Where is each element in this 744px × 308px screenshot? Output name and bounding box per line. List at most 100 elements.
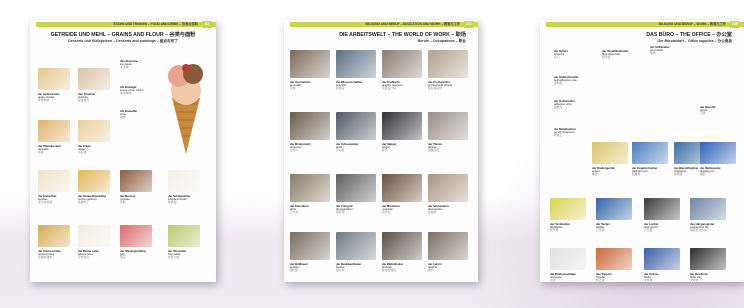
page-number: 83 [202,21,212,28]
entry-image [168,225,200,247]
entry-image [550,198,586,220]
entry-label: der Tänzer dancer 舞蹈演员 [428,142,442,153]
page-header: BILDUNG UND BERUF – WORK – 教育与工作 [658,22,726,26]
entry-label: der Fotograf photographer 摄影师 [336,204,353,215]
entry-image [38,68,70,90]
entry-label: die Künstlerin artist 艺术家 [290,204,309,215]
entry-zh: 胶带座 [602,55,611,60]
entry-zh: 记者 [290,86,296,91]
entry-label: die Schlagsahne whipped cream 掼奶油 [168,194,190,205]
entry-zh: 音乐家 [382,210,391,215]
entry-image [120,170,152,192]
entry-image [78,225,110,247]
entry-image [38,225,70,247]
entry-label: die Musikerin musician 音乐家 [382,204,400,215]
entry-zh: 女裁缝 [428,210,437,215]
entry-label: der Bleistift pencil 铅笔 [700,105,715,116]
entry-label: der Stiftehalter pen holder 笔筒 [650,45,670,56]
entry-label: das Tipp-Ex Tipp-Ex 修正液 [596,272,612,282]
entry-label: der Sänger singer 歌手 [382,142,397,153]
entry-image [382,174,422,202]
entry-label: der Pfannkuchen pancake 煎饼 [38,144,61,155]
entry-zh: 订书机 [596,228,605,233]
entry-zh: 意式奶冻 [78,255,90,260]
entry-zh: 橡皮 [592,172,598,177]
entry-image [290,50,330,78]
entry-zh: 剪刀 [554,55,560,60]
entry-zh: 粘胶条 [554,105,563,110]
entry-label: die Grafikerin graphic designer 平面设计师 [382,80,403,91]
page-number: 231 [464,21,474,28]
entry-label: die Wissenschaftler scientist 科学家 [336,80,362,91]
page-title: DAS BÜRO – THE OFFICE – 办公室 [646,32,732,38]
page-title: DIE ARBEITSWELT – THE WORLD OF WORK – 职场 [339,32,466,38]
entry-label: der Eisbecher sundae 圣代冰淇淋 [38,194,57,205]
entry-zh: 图钉 [700,172,706,177]
entry-zh: 歌手 [382,148,388,153]
entry-label: der Briefkorb letter tray 文件盘 [690,272,708,282]
entry-label: der Locher hole punch 打孔器 [644,222,658,233]
entry-label: der Bankkaufmann banker 银行家 [336,262,361,273]
entry-image [336,174,376,202]
entry-zh: 可丽饼 [78,150,87,155]
entry-zh: 职业运动员 [428,86,442,91]
entry-zh: 荧光笔 [550,228,559,233]
entry-label: der Metallspitzer pencil sharpener 卷笔刀 [554,127,576,138]
entry-zh: 打孔器 [644,228,653,233]
entry-label: das Hängeregister suspension file 悬挂式文件夹 [690,222,714,233]
entry-label: die Eiswaffel cone 蛋卷 [120,109,137,120]
entry-image [644,198,680,220]
entry-label: die Panna cotta panna cotta 意式奶冻 [78,249,99,260]
entry-image [78,120,110,142]
ice-cream-cone-image [168,64,203,154]
entry-image [38,170,70,192]
page-header: ESSEN UND TRINKEN – FOOD AND DRINK – 饮食与… [113,22,198,26]
entry-zh: 文件盘 [690,278,699,282]
entry-zh: 掼奶油 [168,200,177,205]
dictionary-page-occupations: BILDUNG UND BERUF – EDUCATION AND WORK –… [284,20,478,282]
entry-zh: 圆珠笔 [632,172,641,177]
entry-zh: 主持人 [290,148,299,153]
entry-image [690,248,726,270]
page-subtitle: Der Bürobedarf – Office supplies – 办公用品 [657,39,733,43]
entry-zh: 男演员 [336,148,345,153]
entry-image [382,232,422,260]
entry-zh: 蛋卷 [120,115,126,120]
entry-image [290,232,330,260]
entry-zh: 科学家 [336,86,345,91]
entry-label: der Ordner folder 文件夹 [644,272,658,282]
entry-label: die Reißzwecke drawing pin 图钉 [700,166,721,177]
entry-label: der Wackelpudding jelly 果冻 [120,249,146,260]
entry-image [78,170,110,192]
entry-label: der Lehrer teacher 教师 [428,262,442,273]
entry-image [632,142,668,164]
entry-zh: 焦糖奶油布丁 [38,255,55,260]
entry-zh: 提拉米苏 [78,98,90,103]
entry-label: die Bibliothekar librarian 图书管理员 [382,262,403,273]
entry-label: der Karamellpudding crème caramel 焦糖布丁 [78,194,106,205]
page-subtitle: Berufe – Occupations – 职业 [417,39,466,43]
entry-image [382,50,422,78]
entry-label: der Schauspieler actor 男演员 [336,142,359,153]
entry-image [290,174,330,202]
entry-zh: 苹果卷饼 [38,98,50,103]
entry-label: der Apfelstrudel apple strudel 苹果卷饼 [38,92,59,103]
entry-zh: 图书管理员 [382,268,396,273]
entry-zh: 冰淇淋球 [120,91,132,96]
entry-label: die Journalistin journalist 记者 [290,80,311,91]
entry-label: die Moderatorin presenter 主持人 [290,142,311,153]
entry-zh: 慕斯 [120,200,126,205]
entry-label: die Crème brûlée crème brûlée 焦糖奶油布丁 [38,249,61,260]
entry-zh: 雕刻家 [290,268,299,273]
entry-label: der Haftnotizzettel self-adhesive note 便利贴 [554,75,578,86]
entry-zh: 摄影师 [336,210,345,215]
page-header: BILDUNG UND BERUF – EDUCATION AND WORK –… [365,22,460,26]
entry-zh: 煎饼 [38,150,44,155]
entry-image [168,170,200,192]
entry-label: der Obstsalat fruit salad 水果沙拉 [168,249,186,260]
entry-zh: 果冻 [120,255,126,260]
entry-zh: 削笔器 [674,172,683,177]
entry-label: die Eiskugel scoop of ice cream 冰淇淋球 [120,85,143,96]
page-subtitle: Desserts und Süßspeisen – Desserts and p… [68,39,178,43]
entry-image [382,112,422,140]
